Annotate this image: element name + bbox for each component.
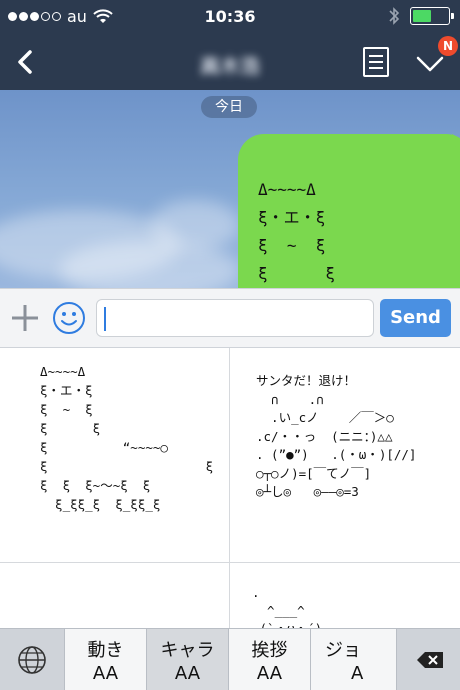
plus-icon	[12, 305, 38, 331]
input-bar: Send	[0, 288, 460, 348]
tab-movement[interactable]: 動き AA	[64, 629, 146, 690]
bluetooth-icon	[389, 7, 400, 25]
tab-joke[interactable]: ジョ A	[310, 629, 396, 690]
bubble-tail	[452, 134, 460, 148]
status-bar: au 10:36	[0, 0, 460, 34]
emoticon-button[interactable]	[52, 301, 86, 335]
chat-area[interactable]: 今日 Δ~~~~Δ ξ・エ・ξ ξ ~ ξ ξ ξ	[0, 90, 460, 288]
add-button[interactable]	[10, 303, 40, 333]
date-separator: 今日	[201, 96, 257, 118]
tab-character[interactable]: キャラ AA	[146, 629, 228, 690]
emoticon-item[interactable]: サンタだ！退け！ ∩ .∩ .い_cノ ／￣＞○ .c/・・っ (ニニ：)△△ …	[256, 372, 416, 502]
chat-header: 高木浩 N	[0, 34, 460, 90]
message-input[interactable]	[96, 299, 374, 337]
globe-icon	[18, 646, 46, 674]
keyboard-switch-button[interactable]	[0, 629, 64, 690]
back-button[interactable]	[8, 42, 48, 82]
tab-greeting[interactable]: 挨拶 AA	[228, 629, 310, 690]
chat-title: 高木浩	[200, 54, 260, 78]
battery-icon	[410, 7, 454, 25]
backspace-icon	[417, 652, 443, 668]
text-caret	[104, 307, 106, 331]
send-button[interactable]: Send	[380, 299, 451, 337]
notification-badge: N	[438, 36, 458, 56]
emoticon-grid: Δ~~~~Δ ξ・エ・ξ ξ ~ ξ ξ ξ ξ “~~~~○ ξ ξ ξ ξ …	[0, 348, 460, 636]
delete-button[interactable]	[396, 629, 460, 690]
message-text: Δ~~~~Δ ξ・エ・ξ ξ ~ ξ ξ ξ	[258, 180, 336, 283]
chevron-left-icon	[18, 50, 32, 74]
category-bar: 動き AA キャラ AA 挨拶 AA ジョ A	[0, 628, 460, 690]
notes-button[interactable]	[362, 46, 390, 78]
notes-icon	[363, 47, 389, 77]
status-right	[388, 6, 454, 26]
smiley-icon	[53, 302, 85, 334]
emoticon-item[interactable]: Δ~~~~Δ ξ・エ・ξ ξ ~ ξ ξ ξ ξ “~~~~○ ξ ξ ξ ξ …	[40, 362, 213, 514]
